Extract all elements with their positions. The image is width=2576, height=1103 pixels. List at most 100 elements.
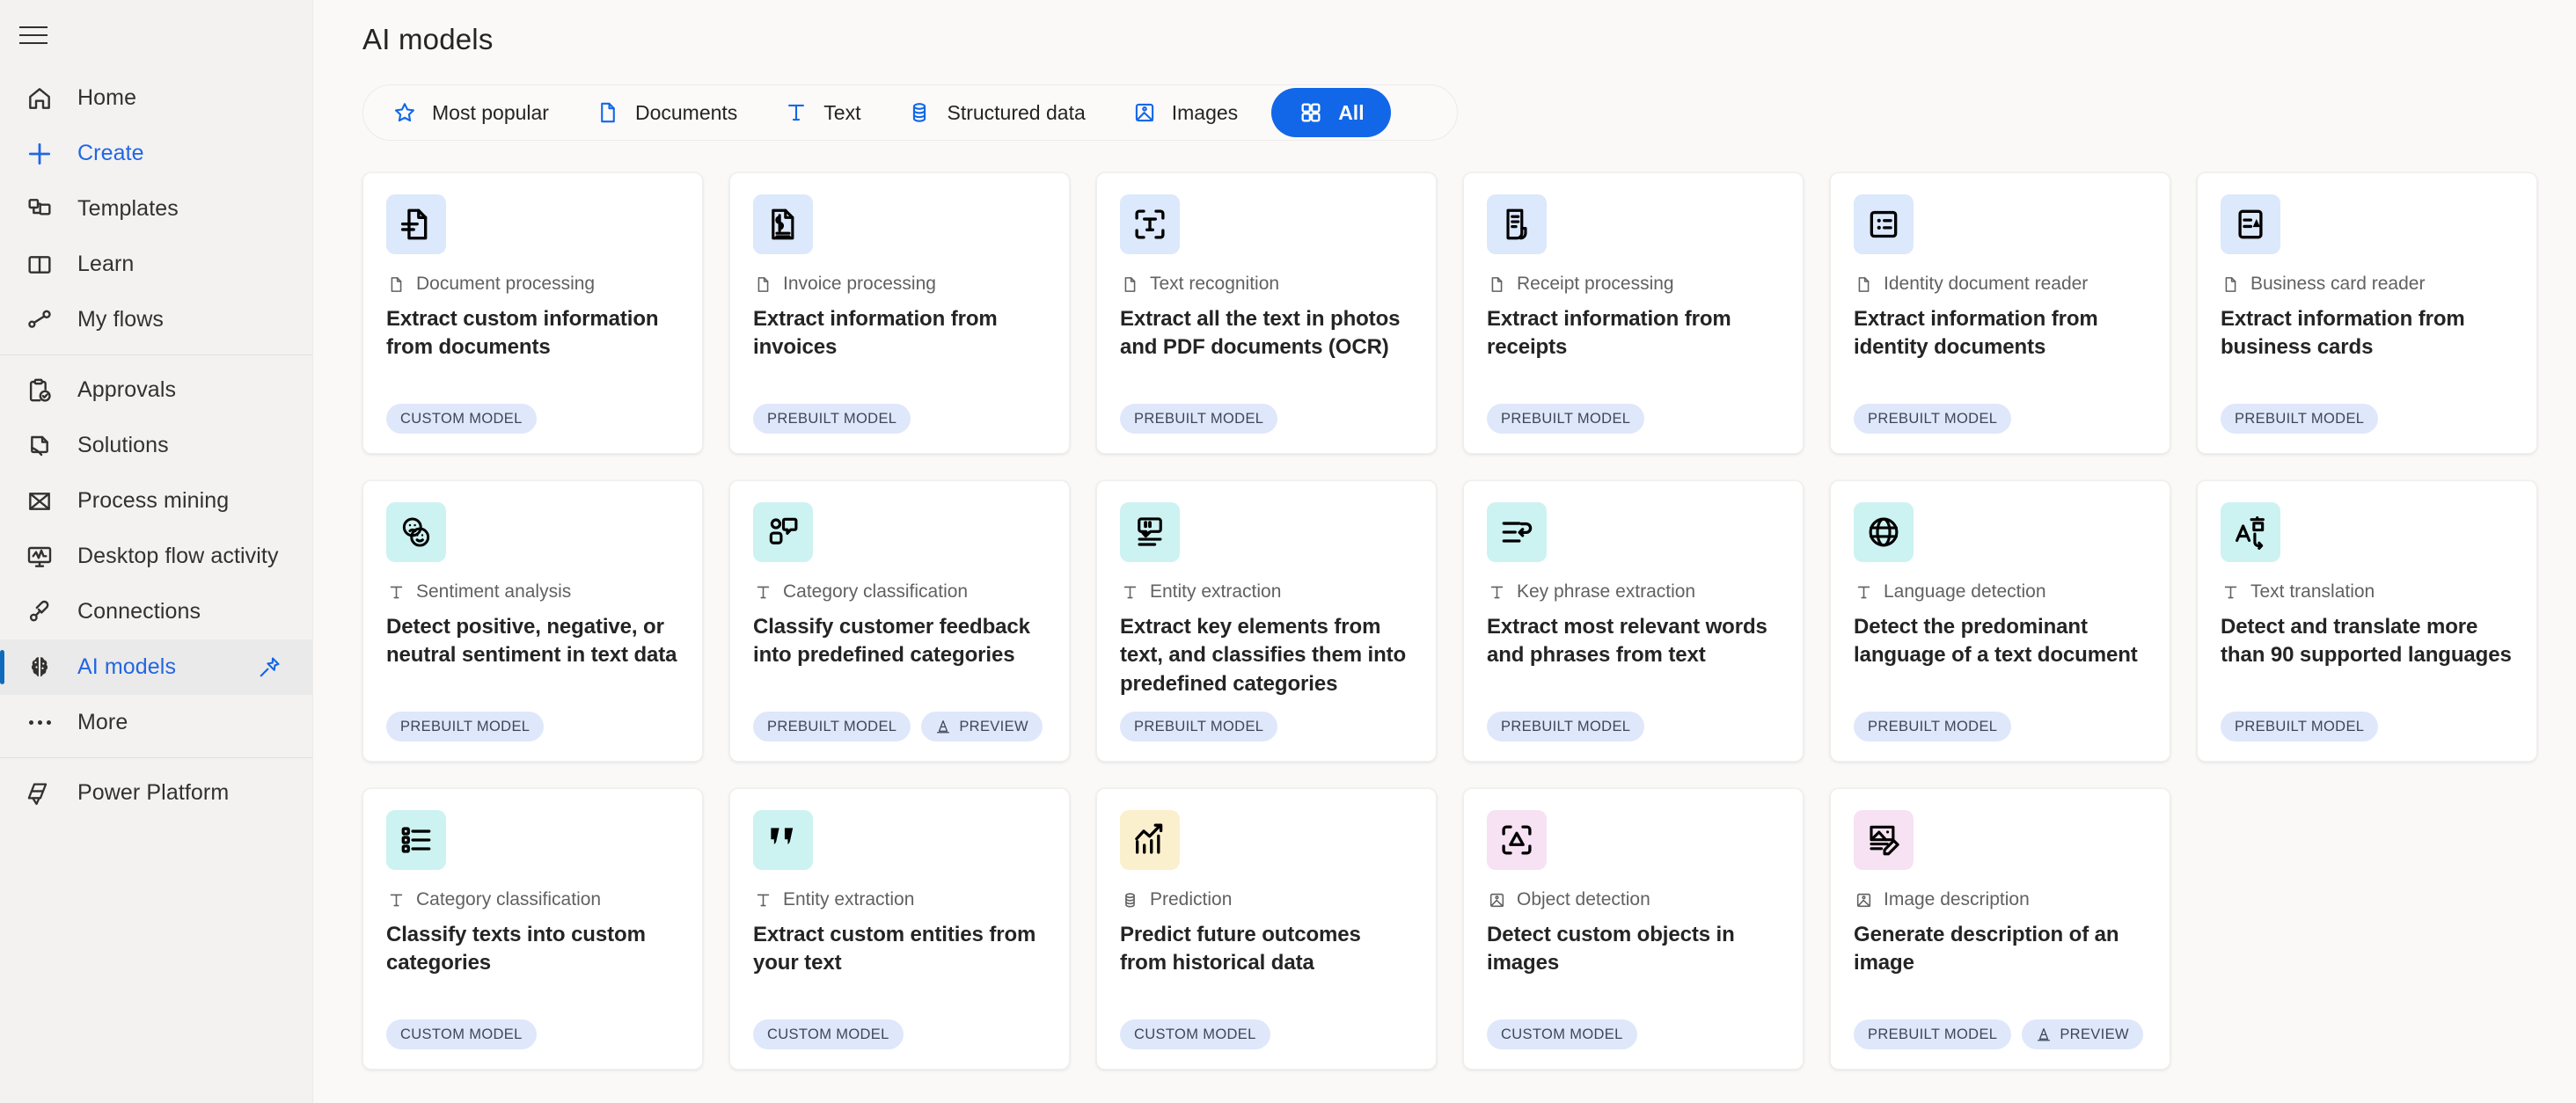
- badge-label: PREBUILT MODEL: [767, 718, 897, 734]
- model-badges: PREBUILT MODEL: [386, 712, 679, 741]
- feedback-bubble-icon: [753, 502, 813, 562]
- desktop-flow-activity-icon: [25, 542, 55, 572]
- preview-badge: PREVIEW: [921, 712, 1043, 741]
- model-category-label: Sentiment analysis: [416, 581, 572, 602]
- sidebar-item-solutions[interactable]: Solutions: [0, 418, 312, 473]
- model-card[interactable]: Object detection Detect custom objects in…: [1463, 788, 1804, 1070]
- model-type-badge: PREBUILT MODEL: [2221, 712, 2379, 741]
- sidebar-item-label: Templates: [77, 196, 179, 221]
- sidebar-divider: [0, 757, 312, 758]
- filter-documents[interactable]: Documents: [572, 88, 760, 137]
- sidebar-group: Power Platform: [0, 765, 312, 821]
- sidebar-item-create[interactable]: Create: [0, 126, 312, 181]
- model-category: Text recognition: [1120, 274, 1413, 295]
- model-card[interactable]: Image description Generate description of…: [1830, 788, 2170, 1070]
- filter-all[interactable]: All: [1271, 88, 1391, 137]
- text-t-icon: [386, 889, 406, 910]
- model-card[interactable]: Text translation Detect and translate mor…: [2197, 480, 2537, 762]
- document-icon: [1854, 274, 1873, 295]
- sidebar-item-more[interactable]: More: [0, 695, 312, 750]
- badge-label: PREVIEW: [959, 718, 1028, 734]
- sidebar-item-learn[interactable]: Learn: [0, 237, 312, 292]
- filter-structured-data[interactable]: Structured data: [883, 88, 1108, 137]
- model-card[interactable]: Entity extraction Extract custom entities…: [729, 788, 1070, 1070]
- sidebar-item-power-platform[interactable]: Power Platform: [0, 765, 312, 821]
- sidebar-item-connections[interactable]: Connections: [0, 584, 312, 639]
- sidebar-item-ai-models[interactable]: AI models: [0, 639, 312, 695]
- sidebar-item-approvals[interactable]: Approvals: [0, 362, 312, 418]
- filter-most-popular[interactable]: Most popular: [369, 88, 572, 137]
- model-category-label: Category classification: [416, 889, 602, 909]
- model-category-label: Document processing: [416, 274, 596, 294]
- model-badges: PREBUILT MODEL: [753, 404, 1046, 434]
- badge-label: PREBUILT MODEL: [400, 718, 531, 734]
- model-category-label: Language detection: [1884, 581, 2046, 602]
- quote-extract-icon: [1120, 502, 1180, 562]
- filter-images[interactable]: Images: [1109, 88, 1261, 137]
- sidebar-item-label: More: [77, 710, 128, 734]
- document-icon: [1487, 274, 1506, 295]
- sidebar-item-my-flows[interactable]: My flows: [0, 292, 312, 347]
- model-title: Detect and translate more than 90 suppor…: [2221, 615, 2512, 668]
- badge-label: PREBUILT MODEL: [1501, 410, 1631, 427]
- grid-all-icon: [1298, 99, 1324, 126]
- image-icon: [1854, 889, 1873, 910]
- model-category-label: Image description: [1884, 889, 2030, 909]
- model-type-badge: PREBUILT MODEL: [386, 712, 545, 741]
- model-badges: PREBUILT MODEL: [1120, 404, 1413, 434]
- model-card[interactable]: Document processing Extract custom inform…: [362, 172, 703, 454]
- model-title: Extract custom information from document…: [386, 307, 659, 360]
- model-badges: PREBUILT MODEL PREVIEW: [753, 712, 1046, 741]
- sidebar-nav: Home Create Templates Learn My flows Approval…: [0, 70, 312, 821]
- model-title: Extract information from business cards: [2221, 307, 2465, 360]
- sidebar-item-label: Power Platform: [77, 780, 230, 805]
- model-type-badge: PREBUILT MODEL: [1854, 712, 2012, 741]
- approvals-icon: [25, 376, 55, 405]
- sidebar-item-label: My flows: [77, 307, 165, 332]
- object-scan-icon: [1487, 810, 1547, 870]
- model-card[interactable]: Key phrase extraction Extract most releva…: [1463, 480, 1804, 762]
- model-card[interactable]: Sentiment analysis Detect positive, negat…: [362, 480, 703, 762]
- model-card[interactable]: Prediction Predict future outcomes from h…: [1096, 788, 1437, 1070]
- sidebar-item-label: Connections: [77, 599, 201, 624]
- badge-label: PREBUILT MODEL: [1134, 718, 1264, 734]
- model-category-label: Key phrase extraction: [1517, 581, 1696, 602]
- business-card-icon: [2221, 194, 2280, 254]
- model-type-badge: CUSTOM MODEL: [386, 404, 537, 434]
- model-card[interactable]: Language detection Detect the predominant…: [1830, 480, 2170, 762]
- document-extract-icon: [386, 194, 446, 254]
- sidebar-item-desktop-flow-activity[interactable]: Desktop flow activity: [0, 529, 312, 584]
- model-card[interactable]: Category classification Classify texts in…: [362, 788, 703, 1070]
- sidebar-item-home[interactable]: Home: [0, 70, 312, 126]
- model-card[interactable]: Receipt processing Extract information fr…: [1463, 172, 1804, 454]
- filter-text[interactable]: Text: [760, 88, 883, 137]
- pin-icon[interactable]: [256, 654, 282, 681]
- sidebar-item-templates[interactable]: Templates: [0, 181, 312, 237]
- model-type-badge: PREBUILT MODEL: [753, 712, 911, 741]
- receipt-icon: [1487, 194, 1547, 254]
- model-card[interactable]: Text recognition Extract all the text in …: [1096, 172, 1437, 454]
- model-card[interactable]: Identity document reader Extract informat…: [1830, 172, 2170, 454]
- model-type-badge: PREBUILT MODEL: [1854, 1019, 2012, 1049]
- model-card[interactable]: Entity extraction Extract key elements fr…: [1096, 480, 1437, 762]
- model-title: Extract all the text in photos and PDF d…: [1120, 307, 1401, 360]
- hamburger-menu-icon[interactable]: [19, 11, 69, 60]
- model-type-badge: CUSTOM MODEL: [753, 1019, 904, 1049]
- page-title: AI models: [362, 23, 494, 55]
- plus-icon: [25, 139, 55, 169]
- model-card[interactable]: Category classification Classify customer…: [729, 480, 1070, 762]
- model-badges: PREBUILT MODEL PREVIEW: [1854, 1019, 2147, 1049]
- model-title: Extract information from identity docume…: [1854, 307, 2098, 360]
- connections-icon: [25, 597, 55, 627]
- badge-label: PREBUILT MODEL: [1868, 1026, 1998, 1042]
- model-card[interactable]: Business card reader Extract information …: [2197, 172, 2537, 454]
- model-category: Category classification: [753, 581, 1046, 603]
- model-card[interactable]: Invoice processing Extract information fr…: [729, 172, 1070, 454]
- model-badges: CUSTOM MODEL: [1120, 1019, 1413, 1049]
- model-category: Key phrase extraction: [1487, 581, 1780, 603]
- more-dots-icon: [25, 708, 55, 738]
- database-icon: [1120, 889, 1139, 910]
- sidebar-item-process-mining[interactable]: Process mining: [0, 473, 312, 529]
- model-card-grid: Document processing Extract custom inform…: [362, 172, 2537, 1070]
- model-category-label: Identity document reader: [1884, 274, 2089, 294]
